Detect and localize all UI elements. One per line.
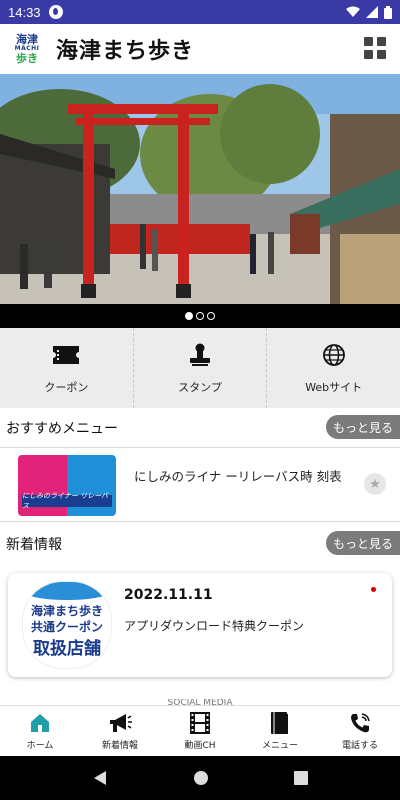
unread-dot [371, 587, 376, 592]
back-icon[interactable] [92, 770, 108, 786]
favorite-star-icon[interactable]: ★ [364, 473, 386, 495]
nav-video-label: 動画CH [184, 741, 216, 751]
coupon-label: クーポン [44, 381, 89, 394]
hero-image [0, 74, 400, 304]
recommended-item[interactable]: にしみのライナー リレーバス にしみのライナ ーリレーバス時 刻表 ★ [0, 448, 400, 522]
home-icon [30, 711, 50, 735]
logo-line3: 歩き [16, 52, 38, 65]
recommended-heading: おすすめメニュー [6, 420, 118, 437]
logo-line1: 海津 [16, 33, 38, 46]
carousel-pager[interactable] [0, 304, 400, 328]
nav-home-label: ホーム [26, 741, 54, 751]
nav-news-label: 新着情報 [101, 741, 138, 751]
thumb-line1: 海津まち歩き [30, 604, 103, 618]
status-time: 14:33 [8, 4, 41, 20]
nav-menu[interactable]: メニュー [240, 706, 320, 756]
pager-dot-active[interactable] [185, 312, 193, 320]
status-icons [346, 5, 392, 19]
website-button[interactable]: Webサイト [267, 328, 400, 408]
bus-thumbnail-banner: にしみのライナー リレーバス [22, 492, 112, 510]
system-nav-bar [0, 756, 400, 800]
pager-dot[interactable] [196, 312, 204, 320]
stamp-icon [189, 341, 211, 369]
phone-icon [349, 711, 371, 735]
nav-phone[interactable]: 電話する [320, 706, 400, 756]
news-item[interactable]: 海津まち歩き 共通クーポン 取扱店舗 2022.11.11 アプリダウンロード特… [8, 573, 392, 677]
news-more-button[interactable]: もっと見る [326, 531, 400, 555]
wifi-icon [346, 6, 360, 17]
thumb-line3: 取扱店舗 [33, 639, 101, 659]
megaphone-icon [108, 711, 132, 735]
bottom-nav: ホーム 新着情報 動画CH メニュー 電話する [0, 705, 400, 756]
stamp-label: スタンプ [178, 381, 222, 394]
hero-carousel[interactable] [0, 74, 400, 304]
notification-app-icon [48, 5, 63, 19]
nav-video[interactable]: 動画CH [160, 706, 240, 756]
coupon-shop-thumbnail: 海津まち歩き 共通クーポン 取扱店舗 [22, 581, 112, 669]
nav-phone-label: 電話する [341, 741, 378, 751]
news-date: 2022.11.11 [124, 587, 213, 603]
news-header: 新着情報 もっと見る [0, 524, 400, 564]
globe-icon [322, 341, 346, 369]
bus-thumbnail: にしみのライナー リレーバス [18, 455, 116, 516]
pager-dot[interactable] [207, 312, 215, 320]
nav-home[interactable]: ホーム [0, 706, 80, 756]
recents-icon[interactable] [293, 771, 308, 785]
film-icon [190, 711, 210, 735]
signal-icon [366, 6, 378, 18]
app-header: 海津 MACHI 歩き 海津まち歩き [0, 24, 400, 74]
status-bar: 14:33 [0, 0, 400, 24]
grid-menu-icon[interactable] [364, 37, 388, 61]
news-text: アプリダウンロード特典クーポン [124, 619, 305, 633]
nav-menu-label: メニュー [261, 741, 298, 751]
app-logo: 海津 MACHI 歩き [12, 31, 42, 67]
quick-actions: クーポン スタンプ Webサイト [0, 328, 400, 408]
battery-icon [384, 5, 392, 19]
home-circle-icon[interactable] [193, 770, 209, 786]
recommended-item-title: にしみのライナ ーリレーバス時 刻表 [134, 469, 342, 484]
ticket-icon [53, 341, 80, 369]
coupon-button[interactable]: クーポン [0, 328, 134, 408]
nav-news[interactable]: 新着情報 [80, 706, 160, 756]
thumb-line2: 共通クーポン [30, 620, 103, 634]
news-heading: 新着情報 [6, 537, 62, 553]
stamp-button[interactable]: スタンプ [134, 328, 268, 408]
recommended-more-button[interactable]: もっと見る [326, 415, 400, 439]
book-icon [271, 711, 289, 735]
app-title: 海津まち歩き [56, 39, 195, 64]
recommended-header: おすすめメニュー もっと見る [0, 408, 400, 448]
website-label: Webサイト [305, 381, 363, 394]
